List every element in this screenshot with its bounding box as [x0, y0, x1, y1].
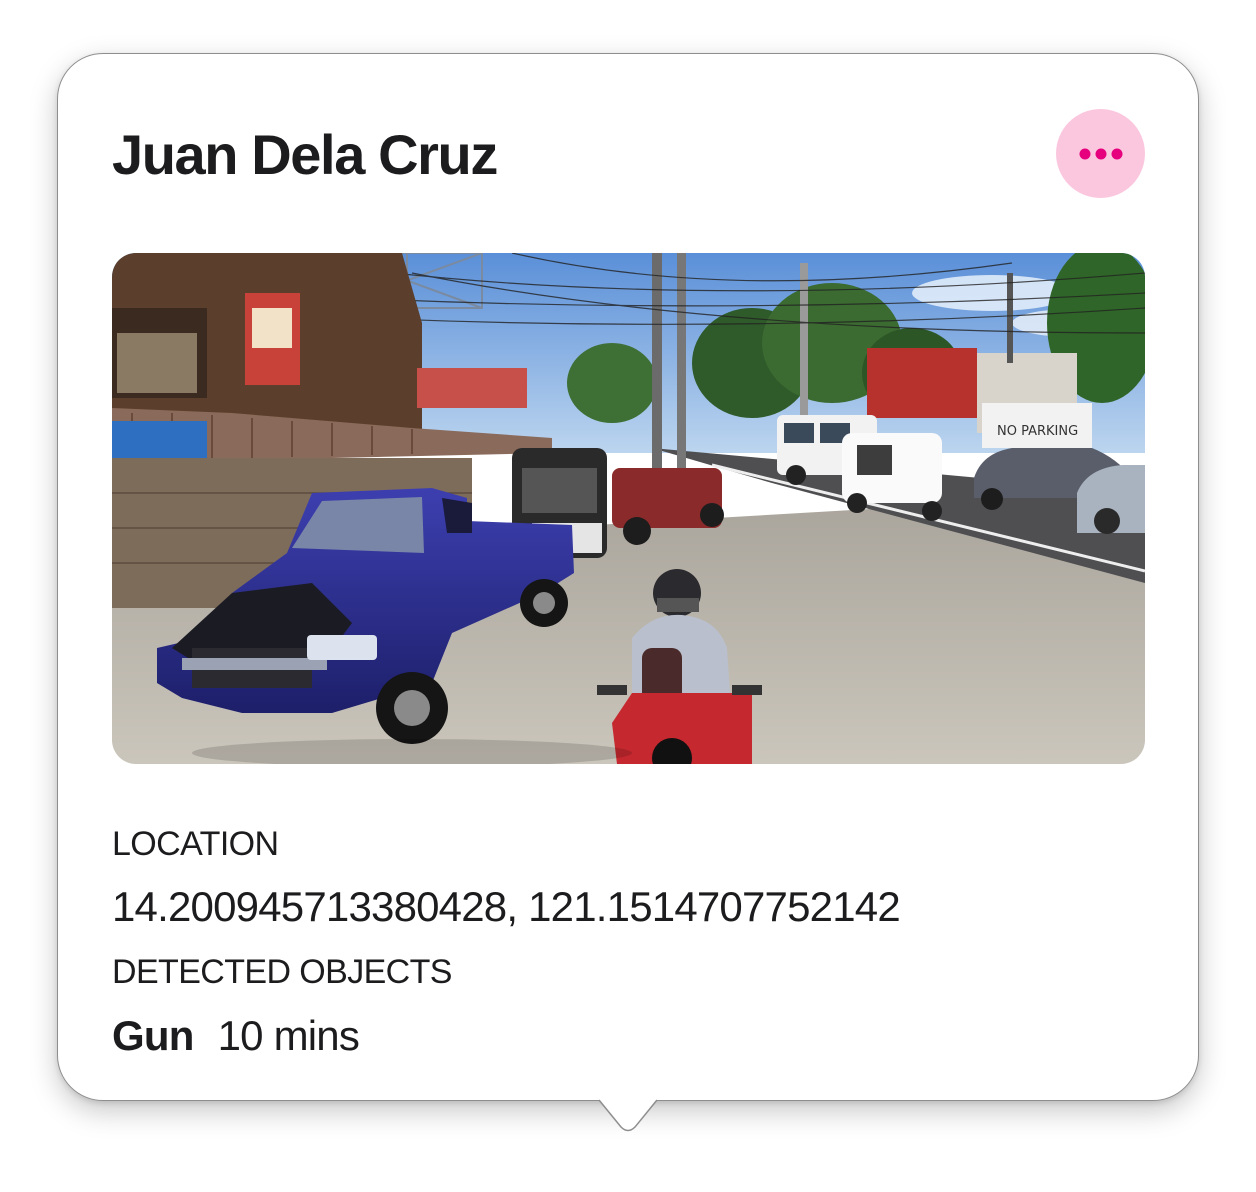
detected-time: 10 mins	[217, 1012, 360, 1059]
popover-pointer	[598, 1097, 658, 1132]
detected-objects-label: DETECTED OBJECTS	[112, 953, 452, 991]
more-options-button[interactable]	[1056, 109, 1145, 198]
ellipsis-icon	[1079, 148, 1122, 159]
svg-text:NO PARKING: NO PARKING	[997, 424, 1078, 439]
detected-object-name: Gun	[112, 1012, 194, 1059]
card-title: Juan Dela Cruz	[112, 123, 498, 186]
detected-object-row: Gun 10 mins	[112, 1011, 360, 1061]
location-coordinates: 14.200945713380428, 121.1514707752142	[112, 883, 901, 930]
location-label: LOCATION	[112, 825, 279, 863]
detection-popover: Juan Dela Cruz NO PARKING LOCATION 14.20…	[57, 53, 1199, 1135]
detection-card: Juan Dela Cruz NO PARKING LOCATION 14.20…	[57, 53, 1199, 1101]
street-scene-photo: NO PARKING	[112, 253, 1145, 764]
